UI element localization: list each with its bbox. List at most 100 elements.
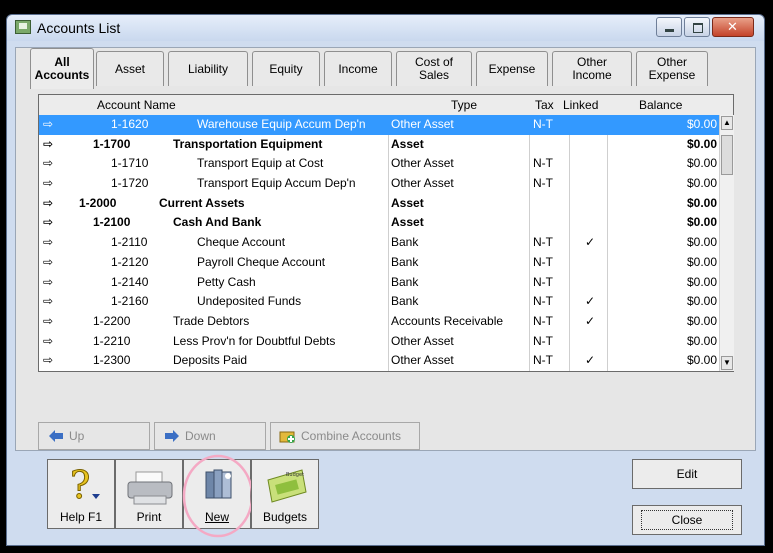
table-row[interactable]: ⇨ 1-1710 Transport Equip at Cost Other Asse… [39, 154, 719, 174]
account-type: Asset [391, 195, 424, 210]
tab-expense[interactable]: Expense [476, 51, 548, 86]
down-button[interactable]: Down [154, 422, 266, 450]
table-row[interactable]: ⇨ 1-2110 Cheque Account Bank N-T ✓ $0.00 [39, 233, 719, 253]
row-arrow-icon: ⇨ [43, 117, 54, 131]
down-button-label: Down [185, 429, 216, 443]
budgets-label-text: Budgets [262, 510, 308, 524]
account-type: Bank [391, 294, 419, 309]
close-button-label: Close [640, 510, 734, 530]
account-balance: $0.00 [686, 294, 717, 309]
tab-asset[interactable]: Asset [96, 51, 164, 86]
scroll-thumb[interactable] [721, 135, 733, 175]
account-number: 1-2210 [93, 333, 131, 348]
table-row[interactable]: ⇨ 1-2100 Cash And Bank Asset $0.00 [39, 213, 719, 233]
up-button[interactable]: Up [38, 422, 150, 450]
print-button[interactable]: Print [115, 459, 183, 529]
account-number: 1-1700 [93, 136, 131, 151]
table-row[interactable]: ⇨ 1-1620 Warehouse Equip Accum Dep'n Other … [39, 115, 719, 135]
printer-icon [127, 471, 173, 505]
account-name: Transport Equip at Cost [197, 156, 324, 171]
linked-check: ✓ [585, 313, 596, 328]
print-button-label: Print [136, 510, 162, 524]
close-button[interactable]: Close [632, 505, 742, 535]
table-header: Account Name Type Tax Linked Balance [39, 95, 733, 116]
vertical-scrollbar[interactable]: ▲ ▼ [719, 115, 734, 371]
linked-check: ✓ [585, 353, 596, 368]
tab-other-expense[interactable]: Other Expense [636, 51, 708, 86]
row-arrow-icon: ⇨ [43, 254, 54, 269]
tax-code: N-T [533, 156, 553, 171]
account-name: Deposits Paid [173, 353, 248, 368]
account-type: Bank [391, 254, 419, 269]
account-balance: $0.00 [686, 195, 717, 210]
column-balance[interactable]: Balance [639, 98, 682, 112]
combine-accounts-button[interactable]: Combine Accounts [270, 422, 420, 450]
accounts-list-window: Accounts List All Accounts Asset Liabili… [6, 14, 765, 546]
account-balance: $0.00 [686, 254, 717, 269]
row-arrow-icon: ⇨ [43, 313, 54, 328]
table-row[interactable]: ⇨ 1-2210 Less Prov'n for Doubtful Debts Oth… [39, 332, 719, 352]
account-name: Transportation Equipment [173, 136, 323, 151]
tab-equity[interactable]: Equity [252, 51, 320, 86]
table-row[interactable]: ⇨ 1-2300 Deposits Paid Other Asset N-T ✓ $0.00 [39, 351, 719, 371]
accounts-table: Account Name Type Tax Linked Balance ⇨ 1-… [38, 94, 734, 372]
account-balance: $0.00 [686, 156, 717, 171]
table-row[interactable]: ⇨ 1-2120 Payroll Cheque Account Bank N-T $0.0… [39, 253, 719, 273]
column-linked[interactable]: Linked [563, 98, 598, 112]
table-row[interactable]: ⇨ 1-1700 Transportation Equipment Asset $0.0… [39, 135, 719, 155]
table-row[interactable]: ⇨ 1-2160 Undeposited Funds Bank N-T ✓ $0.00 [39, 292, 719, 312]
row-arrow-icon: ⇨ [43, 353, 54, 368]
account-balance: $0.00 [686, 313, 717, 328]
account-balance: $0.00 [686, 353, 717, 368]
edit-button-label: Edit [676, 467, 698, 481]
table-row[interactable]: ⇨ 1-2140 Petty Cash Bank N-T $0.00 [39, 273, 719, 293]
table-row[interactable]: ⇨ 1-1720 Transport Equip Accum Dep'n Other … [39, 174, 719, 194]
account-number: 1-2120 [111, 254, 149, 269]
row-arrow-icon: ⇨ [43, 195, 54, 210]
arrow-down-icon [163, 428, 181, 444]
account-number: 1-2300 [93, 353, 131, 368]
tax-code: N-T [533, 353, 553, 368]
close-window-button[interactable] [712, 17, 754, 37]
column-account-name[interactable]: Account Name [97, 98, 176, 112]
account-name: Less Prov'n for Doubtful Debts [173, 333, 336, 348]
account-name: Payroll Cheque Account [197, 254, 326, 269]
tax-code: N-T [533, 333, 553, 348]
tab-other-income[interactable]: Other Income [552, 51, 632, 86]
tab-liability[interactable]: Liability [168, 51, 248, 86]
account-name: Undeposited Funds [197, 294, 302, 309]
edit-button[interactable]: Edit [632, 459, 742, 489]
row-arrow-icon: ⇨ [43, 294, 54, 309]
budgets-button[interactable]: Budget Budgets [251, 459, 319, 529]
scroll-up-icon[interactable]: ▲ [721, 116, 733, 130]
tab-cost-of-sales[interactable]: Cost of Sales [396, 51, 472, 86]
tab-income[interactable]: Income [324, 51, 392, 86]
account-balance: $0.00 [686, 215, 717, 230]
maximize-button[interactable] [684, 17, 710, 37]
minimize-button[interactable] [656, 17, 682, 37]
column-type[interactable]: Type [451, 98, 477, 112]
title-bar[interactable]: Accounts List [7, 15, 764, 41]
tax-code: N-T [533, 313, 553, 328]
table-row[interactable]: ⇨ 1-2200 Trade Debtors Accounts Receivable N… [39, 312, 719, 332]
account-balance: $0.00 [686, 117, 717, 131]
new-button[interactable]: New [182, 454, 254, 538]
account-number: 1-2160 [111, 294, 149, 309]
tab-all-accounts[interactable]: All Accounts [30, 48, 94, 89]
linked-check: ✓ [585, 294, 596, 309]
scroll-down-icon[interactable]: ▼ [721, 356, 733, 370]
table-body: ⇨ 1-1620 Warehouse Equip Accum Dep'n Other … [39, 115, 719, 371]
budgets-button-label: Budgets [252, 510, 318, 524]
account-number: 1-2110 [111, 235, 148, 250]
help-button[interactable]: ? Help F1 [47, 459, 115, 529]
table-row[interactable]: ⇨ 1-2000 Current Assets Asset $0.00 [39, 194, 719, 214]
budget-badge-text: Budget [286, 472, 304, 478]
account-number: 1-1620 [111, 117, 149, 131]
account-type: Other Asset [391, 117, 454, 131]
window-title: Accounts List [37, 20, 121, 36]
highlight-circle [182, 454, 254, 538]
account-number: 1-2200 [93, 313, 131, 328]
column-tax[interactable]: Tax [535, 98, 554, 112]
tax-code: N-T [533, 235, 553, 250]
account-type: Asset [391, 215, 424, 230]
